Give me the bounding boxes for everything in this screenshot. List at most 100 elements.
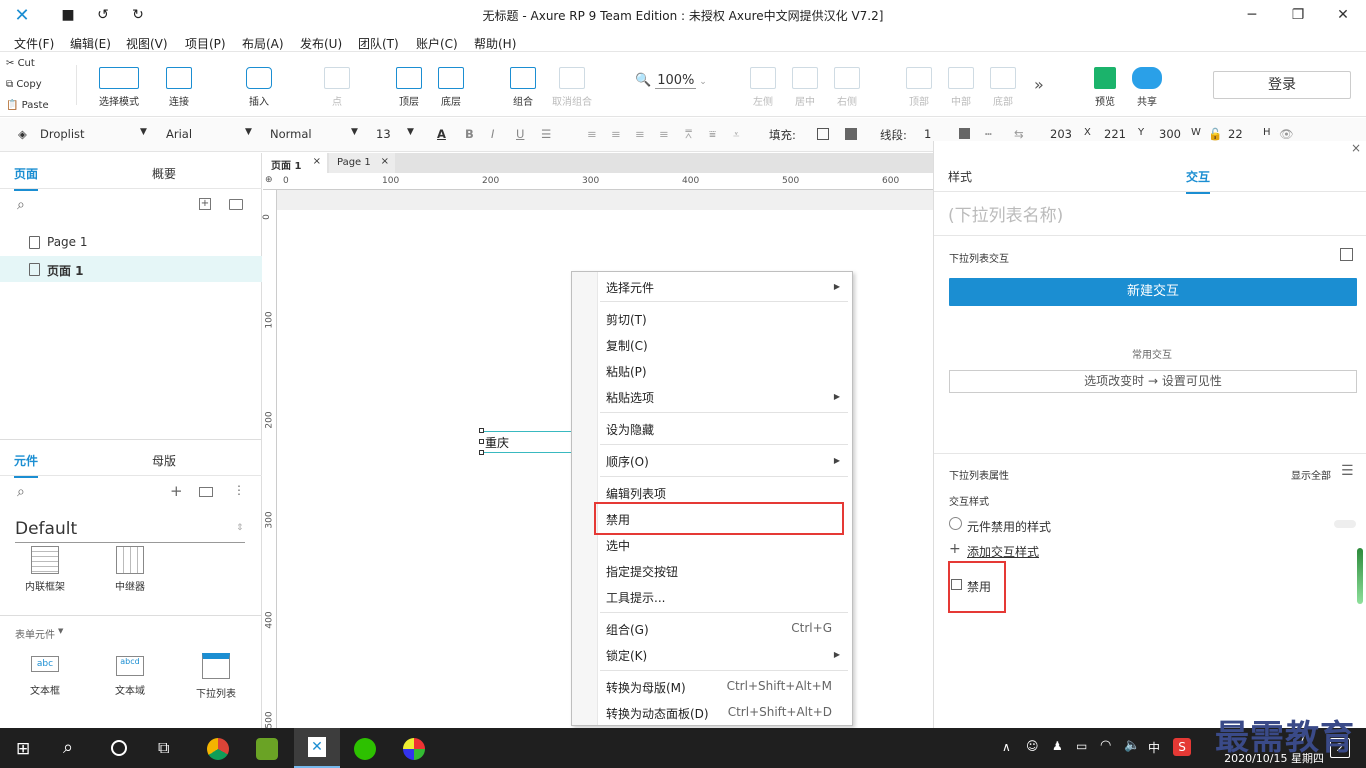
connect-button[interactable]: 连接 (164, 67, 194, 108)
font-size-select[interactable]: 13 (376, 127, 391, 141)
font-color-icon[interactable]: A (437, 127, 446, 141)
insert-button[interactable]: 插入 (244, 67, 274, 108)
tray-chevron-icon[interactable]: ∧ (1002, 740, 1011, 754)
widget-repeater[interactable]: 中继器 (100, 546, 160, 596)
scrollbar-thumb[interactable] (1357, 548, 1363, 604)
menu-help[interactable]: 帮助(H) (474, 32, 516, 52)
align-center-button[interactable]: 居中 (792, 67, 818, 108)
menu-item-lock[interactable]: 锁定(K) (606, 647, 647, 664)
new-interaction-button[interactable]: 新建交互 (949, 278, 1357, 306)
disabled-style-link[interactable]: 元件禁用的样式 (967, 518, 1051, 535)
cortana-icon[interactable] (111, 740, 127, 756)
align-right-button[interactable]: 右侧 (834, 67, 860, 108)
widget-droplist[interactable]: 下拉列表 (186, 653, 246, 703)
zoom-control[interactable]: 🔍 100% ⌄ (635, 73, 707, 89)
menu-account[interactable]: 账户(C) (416, 32, 458, 52)
share-button[interactable]: 共享 (1130, 67, 1164, 108)
app-icon[interactable] (256, 738, 278, 760)
page-item-page1[interactable]: Page 1 (0, 229, 262, 255)
battery-icon[interactable]: ▭ (1076, 739, 1087, 753)
menu-item-order[interactable]: 顺序(O) (606, 453, 649, 470)
axure-taskbar-item[interactable]: ✕ (294, 728, 340, 768)
maximize-icon[interactable]: ❐ (1286, 6, 1310, 24)
minimize-icon[interactable]: ─ (1240, 6, 1264, 24)
menu-item-to-master[interactable]: 转换为母版(M) (606, 679, 686, 696)
copy-button[interactable]: ⧉ Copy (6, 79, 42, 90)
menu-project[interactable]: 项目(P) (185, 32, 226, 52)
widget-text-area[interactable]: abcd 文本域 (100, 656, 160, 706)
ime-indicator[interactable]: 中 (1148, 739, 1160, 756)
align-text-right-icon[interactable]: ≡ (635, 127, 645, 141)
widget-style-select[interactable]: Droplist (40, 127, 85, 141)
library-icon[interactable] (199, 487, 213, 497)
send-back-button[interactable]: 底层 (438, 67, 464, 108)
menu-item-cut[interactable]: 剪切(T) (606, 311, 647, 328)
menu-edit[interactable]: 编辑(E) (70, 32, 111, 52)
cut-button[interactable]: ✂ Cut (6, 58, 35, 69)
add-folder-icon[interactable] (229, 199, 243, 210)
canvas-tab-page1[interactable]: Page 1 × (329, 153, 395, 173)
bring-front-button[interactable]: 顶层 (396, 67, 422, 108)
canvas-tab-active[interactable]: 页面 1 × (263, 153, 327, 173)
underline-icon[interactable]: U (516, 127, 524, 141)
preview-button[interactable]: 预览 (1092, 67, 1118, 108)
droplist-widget[interactable]: 重庆 (482, 431, 582, 453)
expand-icon[interactable] (1340, 248, 1353, 261)
wechat-tray-icon[interactable]: ☺ (1026, 739, 1039, 753)
more-chevron-icon[interactable]: » (1034, 75, 1044, 94)
menu-item-paste[interactable]: 粘贴(P) (606, 363, 647, 380)
point-button[interactable]: 点 (324, 67, 350, 108)
resize-handle[interactable] (479, 428, 484, 433)
resize-handle[interactable] (479, 450, 484, 455)
tab-pages[interactable]: 页面 (14, 165, 39, 191)
align-top-button[interactable]: 顶部 (906, 67, 932, 108)
paste-button[interactable]: 📋 Paste (6, 100, 49, 111)
line-color-swatch[interactable] (959, 128, 970, 139)
align-bottom-button[interactable]: 底部 (990, 67, 1016, 108)
task-view-icon[interactable]: ⧉ (158, 738, 169, 758)
login-button[interactable]: 登录 (1213, 71, 1351, 99)
close-icon[interactable]: × (381, 156, 389, 167)
tab-interactions[interactable]: 交互 (1186, 168, 1211, 194)
height-input[interactable]: 22 (1228, 127, 1243, 141)
lock-ratio-icon[interactable]: 🔓 (1208, 127, 1222, 141)
search-icon[interactable]: ⌕ (17, 197, 25, 213)
resize-handle[interactable] (479, 439, 484, 444)
menu-file[interactable]: 文件(F) (14, 32, 54, 52)
menu-item-copy[interactable]: 复制(C) (606, 337, 648, 354)
align-middle-button[interactable]: 中部 (948, 67, 974, 108)
line-width-value[interactable]: 1 (924, 127, 931, 141)
valign-top-icon[interactable]: ⩞ (685, 127, 692, 142)
font-family-select[interactable]: Arial (166, 127, 192, 141)
menu-item-hide[interactable]: 设为隐藏 (606, 421, 654, 438)
shadow-icon[interactable] (845, 128, 857, 140)
visibility-eye-icon[interactable]: 👁 (1279, 127, 1294, 141)
close-icon[interactable]: × (1351, 141, 1361, 155)
menu-item-select-widget[interactable]: 选择元件 (606, 279, 654, 296)
search-icon[interactable]: ⌕ (63, 737, 73, 758)
wifi-icon[interactable]: ◠ (1100, 738, 1111, 753)
widget-inline-frame[interactable]: 内联框架 (15, 546, 75, 596)
fill-color-swatch[interactable] (817, 128, 829, 140)
y-position-input[interactable]: 221 (1104, 127, 1126, 141)
menu-lines-icon[interactable]: ☰ (1341, 463, 1354, 479)
align-text-justify-icon[interactable]: ≡ (659, 127, 669, 141)
widget-name-input[interactable]: (下拉列表名称) (948, 201, 1348, 229)
volume-icon[interactable]: 🔈 (1124, 738, 1140, 753)
add-library-icon[interactable]: + (170, 482, 183, 500)
common-interaction-button[interactable]: 选项改变时 → 设置可见性 (949, 370, 1357, 393)
valign-bottom-icon[interactable]: ⩡ (733, 127, 740, 142)
menu-item-edit-list[interactable]: 编辑列表项 (606, 485, 666, 502)
chrome-icon[interactable] (207, 738, 229, 760)
menu-layout[interactable]: 布局(A) (242, 32, 284, 52)
width-input[interactable]: 300 (1159, 127, 1181, 141)
bold-icon[interactable]: B (465, 127, 474, 141)
select-mode-button[interactable]: 选择模式 (96, 67, 142, 108)
ungroup-button[interactable]: 取消组合 (550, 67, 594, 108)
align-text-center-icon[interactable]: ≡ (611, 127, 621, 141)
menu-item-select[interactable]: 选中 (606, 537, 630, 554)
menu-item-to-dynamic[interactable]: 转换为动态面板(D) (606, 705, 709, 722)
menu-team[interactable]: 团队(T) (358, 32, 399, 52)
windows-start-icon[interactable]: ⊞ (16, 739, 30, 759)
arrow-style-icon[interactable]: ⇆ (1014, 127, 1024, 141)
